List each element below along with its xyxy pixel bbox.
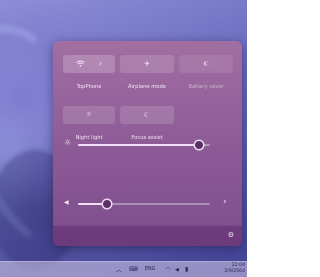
wifi-icon xyxy=(76,60,85,69)
volume-slider-thumb[interactable] xyxy=(103,200,112,208)
keyboard-icon[interactable]: ⌨ xyxy=(129,262,138,277)
volume-slider[interactable] xyxy=(78,200,210,208)
chevron-up-icon[interactable]: ︿ xyxy=(116,262,122,277)
brightness-slider-fill xyxy=(78,144,200,146)
airplane-mode-tile[interactable]: ✈ xyxy=(120,55,174,73)
speaker-icon: ◀ xyxy=(64,199,69,206)
brightness-slider-thumb[interactable] xyxy=(195,141,204,149)
brightness-slider[interactable] xyxy=(78,141,210,149)
focus-assist-icon: ☾ xyxy=(143,110,151,119)
battery-icon[interactable]: ▮ xyxy=(185,262,188,277)
wifi-toggle-tile[interactable]: › xyxy=(63,55,115,73)
chevron-right-icon[interactable]: › xyxy=(99,60,102,68)
taskbar: ︿ ⌨ ENG ◠ ◀ ▮ 22:04 2/9/2564 xyxy=(0,261,247,277)
night-light-icon: ☼ xyxy=(86,111,92,118)
tile-label-airplane: Airplane mode xyxy=(128,84,166,90)
battery-saver-tile[interactable]: ◐ xyxy=(179,55,233,73)
battery-saver-icon: ◐ xyxy=(203,60,209,67)
tile-label-wifi: TopPhone xyxy=(76,84,102,90)
wifi-icon[interactable]: ◠ xyxy=(165,262,170,277)
focus-assist-tile[interactable]: ☾ xyxy=(120,106,174,124)
clock[interactable]: 22:04 2/9/2564 xyxy=(224,263,245,275)
night-light-tile[interactable]: ☼ xyxy=(63,106,115,124)
desktop: › TopPhone ✈ Airplane mode ◐ Battery sav… xyxy=(0,0,247,277)
tile-label-battery-saver: Battery saver xyxy=(188,84,224,90)
clock-date: 2/9/2564 xyxy=(224,269,245,274)
quick-settings-footer: ⚙ xyxy=(53,225,242,246)
audio-output-chevron-icon[interactable]: › xyxy=(223,198,227,207)
speaker-icon[interactable]: ◀ xyxy=(175,262,179,277)
brightness-icon: ☼ xyxy=(64,138,72,147)
settings-gear-icon[interactable]: ⚙ xyxy=(228,232,234,239)
airplane-icon: ✈ xyxy=(144,59,150,68)
language-indicator[interactable]: ENG xyxy=(145,262,155,277)
quick-settings-panel: › TopPhone ✈ Airplane mode ◐ Battery sav… xyxy=(53,41,242,246)
tile-label-focus-assist: Focus assist xyxy=(131,135,163,141)
